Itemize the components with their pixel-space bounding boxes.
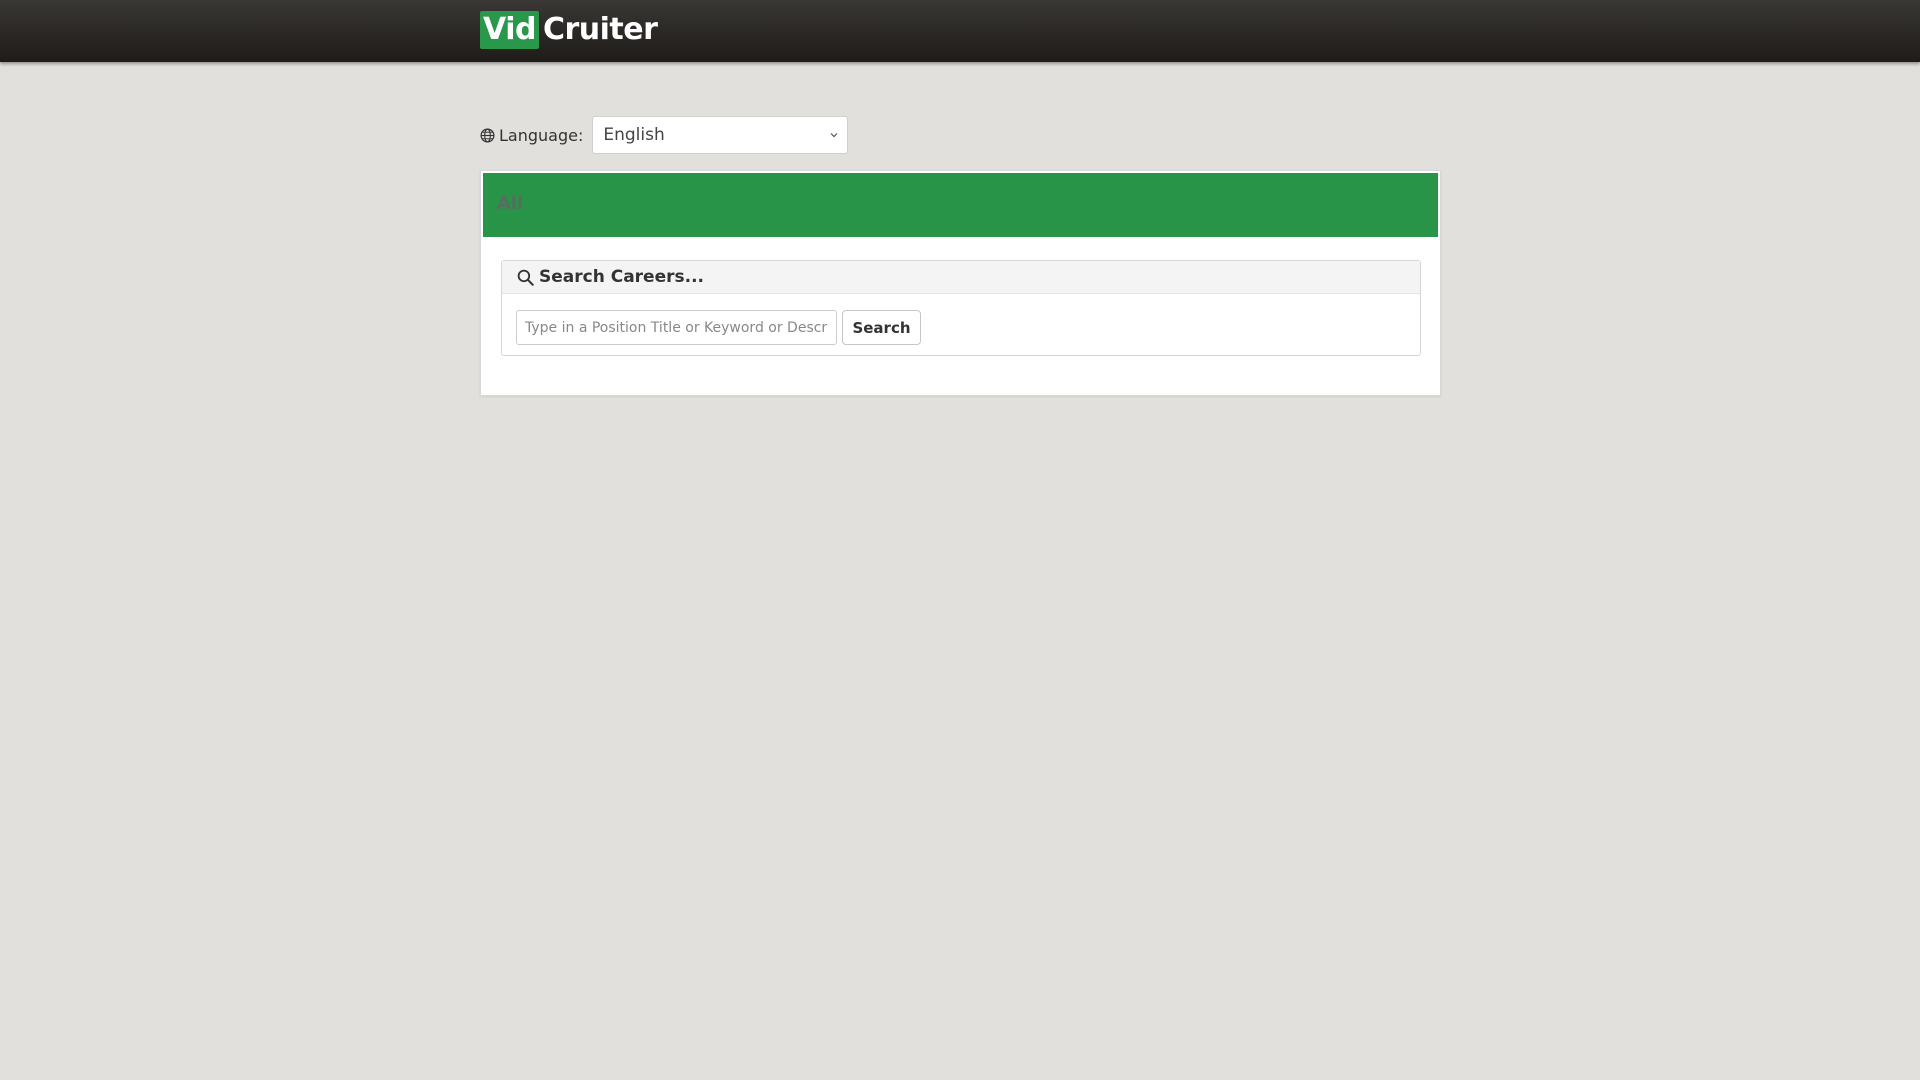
logo-cruiter: Cruiter — [542, 12, 658, 47]
top-navbar: Vid Cruiter — [0, 0, 1920, 62]
search-panel-title: Search Careers... — [539, 267, 704, 287]
category-title: All — [497, 193, 524, 214]
chevron-down-icon — [830, 133, 838, 138]
globe-icon — [480, 128, 495, 142]
careers-card: All Search Careers... Search — [480, 170, 1441, 396]
search-button[interactable]: Search — [842, 310, 921, 345]
language-label: Language: — [499, 125, 584, 145]
category-banner[interactable]: All — [483, 173, 1438, 237]
vidcruiter-logo[interactable]: Vid Cruiter — [480, 11, 658, 49]
search-panel: Search Careers... Search — [501, 260, 1421, 356]
logo-vid: Vid — [480, 11, 539, 49]
search-panel-header: Search Careers... — [502, 261, 1420, 294]
language-select[interactable]: English — [592, 116, 849, 154]
language-selected-value: English — [603, 125, 665, 145]
search-icon — [517, 269, 534, 286]
search-row: Search — [516, 310, 921, 345]
language-selector-row: Language: English — [480, 116, 849, 154]
search-input[interactable] — [516, 310, 837, 345]
